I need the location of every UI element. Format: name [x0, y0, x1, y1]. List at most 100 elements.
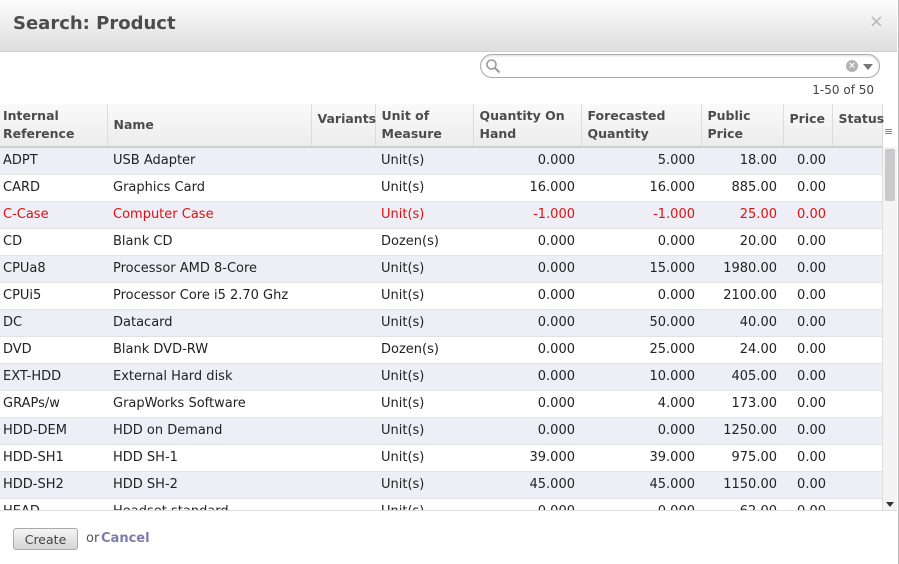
cell-status [832, 390, 882, 418]
cell-price: 0.00 [783, 201, 832, 229]
cell-price: 0.00 [783, 282, 832, 310]
vertical-scrollbar[interactable] [882, 147, 897, 510]
cell-public-price: 2100.00 [701, 282, 783, 310]
cell-price: 0.00 [783, 417, 832, 445]
cell-public-price: 1250.00 [701, 417, 783, 445]
cell-unit-of-measure: Unit(s) [375, 174, 473, 202]
col-header-quantity-on-hand[interactable]: Quantity On Hand [473, 104, 582, 148]
cell-quantity-on-hand: 0.000 [473, 147, 581, 175]
clear-search-icon[interactable]: × [846, 60, 858, 72]
cell-price: 0.00 [783, 390, 832, 418]
cell-status [832, 498, 882, 510]
scrollbar-thumb[interactable] [885, 149, 895, 201]
cell-forecasted-quantity: 4.000 [581, 390, 701, 418]
dialog-footer: Create or Cancel [0, 510, 897, 564]
cell-public-price: 975.00 [701, 444, 783, 472]
table-row[interactable]: GRAPs/w GrapWorks Software Unit(s) 0.000 4.0… [0, 390, 882, 418]
table-row[interactable]: HDD-DEM HDD on Demand Unit(s) 0.000 0.000 125… [0, 417, 882, 445]
col-header-internal-reference[interactable]: Internal Reference [0, 104, 108, 148]
table-row[interactable]: C-Case Computer Case Unit(s) -1.000 -1.000 25… [0, 201, 882, 229]
cell-internal-reference: CARD [0, 174, 107, 202]
cell-price: 0.00 [783, 174, 832, 202]
cell-public-price: 1980.00 [701, 255, 783, 283]
col-header-forecasted-quantity[interactable]: Forecasted Quantity [581, 104, 702, 148]
cancel-link[interactable]: Cancel [101, 531, 150, 546]
cell-price: 0.00 [783, 471, 832, 499]
table-row[interactable]: DC Datacard Unit(s) 0.000 50.000 40.00 0.00 [0, 309, 882, 337]
cell-internal-reference: CPUi5 [0, 282, 107, 310]
cell-internal-reference: DVD [0, 336, 107, 364]
table-row[interactable]: HDD-SH1 HDD SH-1 Unit(s) 39.000 39.000 975.00… [0, 444, 882, 472]
cell-price: 0.00 [783, 363, 832, 391]
table-row[interactable]: EXT-HDD External Hard disk Unit(s) 0.000 10.… [0, 363, 882, 391]
cell-internal-reference: ADPT [0, 147, 107, 175]
cell-status [832, 471, 882, 499]
table-row[interactable]: ADPT USB Adapter Unit(s) 0.000 5.000 18.00 0.0… [0, 147, 882, 175]
cell-quantity-on-hand: 16.000 [473, 174, 581, 202]
col-header-public-price[interactable]: Public Price [701, 104, 784, 148]
cell-status [832, 228, 882, 256]
cell-name: Processor AMD 8-Core [107, 255, 311, 283]
col-header-unit-of-measure[interactable]: Unit of Measure [375, 104, 474, 148]
search-icon [486, 59, 501, 74]
cell-quantity-on-hand: 39.000 [473, 444, 581, 472]
create-button[interactable]: Create [13, 528, 78, 550]
cell-internal-reference: C-Case [0, 201, 107, 229]
cell-name: HDD on Demand [107, 417, 311, 445]
table-body: ADPT USB Adapter Unit(s) 0.000 5.000 18.00 0.0… [0, 147, 882, 510]
cell-unit-of-measure: Unit(s) [375, 309, 473, 337]
cell-public-price: 62.00 [701, 498, 783, 510]
table-row[interactable]: CD Blank CD Dozen(s) 0.000 0.000 20.00 0.00 [0, 228, 882, 256]
column-menu-icon[interactable]: ≡ [884, 125, 893, 138]
table-row[interactable]: CARD Graphics Card Unit(s) 16.000 16.000 885.… [0, 174, 882, 202]
cell-variants [311, 417, 375, 445]
cell-quantity-on-hand: 0.000 [473, 498, 581, 510]
search-input[interactable] [503, 57, 829, 75]
cell-status [832, 282, 882, 310]
scroll-down-arrow-icon[interactable] [886, 502, 894, 507]
table-row[interactable]: HEADHeadset standardUnit(s)0.0000.00062.… [0, 498, 882, 510]
cell-public-price: 18.00 [701, 147, 783, 175]
cell-variants [311, 336, 375, 364]
cell-forecasted-quantity: 5.000 [581, 147, 701, 175]
cell-internal-reference: HDD-SH1 [0, 444, 107, 472]
cell-forecasted-quantity: 16.000 [581, 174, 701, 202]
cell-forecasted-quantity: 15.000 [581, 255, 701, 283]
cell-status [832, 363, 882, 391]
cell-unit-of-measure: Unit(s) [375, 498, 473, 510]
cell-public-price: 885.00 [701, 174, 783, 202]
cell-quantity-on-hand: 0.000 [473, 309, 581, 337]
table-header-row: Internal Reference Name Variants Unit of M… [0, 104, 884, 148]
cell-name: Headset standard [107, 498, 311, 510]
cell-forecasted-quantity: 39.000 [581, 444, 701, 472]
cell-public-price: 1150.00 [701, 471, 783, 499]
table-row[interactable]: CPUa8 Processor AMD 8-Core Unit(s) 0.000 15.… [0, 255, 882, 283]
close-icon[interactable]: × [869, 12, 884, 32]
table-row[interactable]: DVD Blank DVD-RW Dozen(s) 0.000 25.000 24.00 0… [0, 336, 882, 364]
cell-price: 0.00 [783, 336, 832, 364]
cell-name: Graphics Card [107, 174, 311, 202]
cell-name: Blank CD [107, 228, 311, 256]
col-header-variants[interactable]: Variants [311, 104, 376, 148]
cell-quantity-on-hand: 0.000 [473, 336, 581, 364]
cell-quantity-on-hand: 0.000 [473, 417, 581, 445]
cell-price: 0.00 [783, 228, 832, 256]
cell-price: 0.00 [783, 498, 832, 510]
table-row[interactable]: CPUi5 Processor Core i5 2.70 Ghz Unit(s) 0.… [0, 282, 882, 310]
cell-forecasted-quantity: 10.000 [581, 363, 701, 391]
cell-status [832, 309, 882, 337]
search-box[interactable]: × [480, 54, 880, 78]
cell-quantity-on-hand: 0.000 [473, 282, 581, 310]
col-header-status[interactable]: Status [832, 104, 884, 148]
cell-quantity-on-hand: 0.000 [473, 228, 581, 256]
cell-internal-reference: CD [0, 228, 107, 256]
search-options-dropdown-icon[interactable] [863, 64, 873, 70]
table-row[interactable]: HDD-SH2 HDD SH-2 Unit(s) 45.000 45.000 1150.0… [0, 471, 882, 499]
cell-unit-of-measure: Dozen(s) [375, 336, 473, 364]
cell-name: USB Adapter [107, 147, 311, 175]
col-header-price[interactable]: Price [783, 104, 833, 148]
cell-internal-reference: DC [0, 309, 107, 337]
col-header-name[interactable]: Name [107, 104, 312, 148]
product-table: Internal Reference Name Variants Unit of M… [0, 104, 884, 510]
cell-unit-of-measure: Unit(s) [375, 363, 473, 391]
